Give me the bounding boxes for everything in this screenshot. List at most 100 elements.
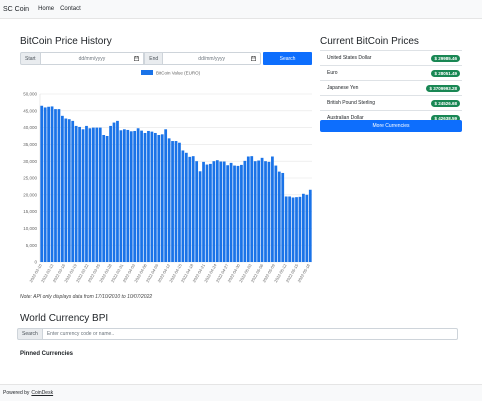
bar (191, 156, 195, 262)
bar (291, 197, 295, 262)
bar (184, 152, 188, 262)
bar (88, 128, 92, 262)
bar (112, 122, 116, 262)
currency-search-input[interactable]: Enter currency code or name.. (42, 328, 458, 340)
brand[interactable]: SC Coin (3, 6, 29, 13)
bar (229, 162, 233, 262)
bar (171, 141, 174, 262)
bar (129, 131, 133, 262)
end-date-input[interactable]: dd/mm/yyyy (163, 52, 262, 65)
bar (95, 127, 99, 262)
bar (222, 161, 226, 262)
bar (40, 105, 44, 262)
bar (98, 127, 102, 262)
end-label: End (144, 52, 164, 65)
nav-link-contact[interactable]: Contact (60, 6, 81, 12)
currency-search-placeholder: Enter currency code or name.. (46, 331, 115, 337)
bar (243, 160, 247, 262)
bar (85, 125, 88, 262)
bar (181, 150, 185, 262)
bar (109, 125, 112, 262)
bar (47, 106, 50, 262)
bitcoin-history-chart: BitCoin Value (EURO)05,00010,00015,00020… (23, 70, 312, 283)
bar (271, 156, 274, 262)
bar (264, 161, 267, 262)
bar (305, 194, 309, 262)
bar (50, 106, 54, 262)
bar (61, 115, 64, 262)
bar (102, 134, 106, 262)
bar (143, 132, 147, 262)
currency-search-label: Search (17, 328, 43, 340)
bar (226, 165, 230, 262)
search-button[interactable]: Search (263, 52, 312, 65)
bar (219, 161, 223, 262)
bar (54, 109, 57, 262)
y-tick-label: 15,000 (23, 209, 37, 214)
prices-title: Current BitCoin Prices (320, 36, 419, 47)
bar (209, 163, 212, 262)
legend-swatch (141, 70, 153, 75)
bar (67, 119, 71, 262)
bar (253, 161, 257, 262)
currency-search-form: Search Enter currency code or name.. (17, 328, 458, 340)
y-tick-label: 10,000 (23, 226, 37, 231)
y-tick-label: 50,000 (23, 92, 37, 97)
bar (257, 160, 261, 262)
bar (240, 164, 243, 262)
bar (246, 156, 250, 262)
bar (284, 196, 288, 262)
currency-name: British Pound Sterling (327, 100, 376, 106)
bar (153, 132, 157, 262)
price-badge: $ 24526.68 (431, 99, 460, 107)
bar (122, 129, 126, 262)
bar (64, 118, 68, 262)
start-date-placeholder: dd/mm/yyyy (78, 55, 106, 62)
footer: Powered by CoinDesk (0, 384, 482, 401)
bar (160, 134, 164, 262)
bar (133, 130, 137, 262)
bar (298, 196, 302, 262)
bar (136, 128, 140, 262)
bar (119, 130, 123, 262)
end-date-placeholder: dd/mm/yyyy (198, 55, 225, 62)
bar (250, 156, 254, 262)
bar (74, 125, 78, 262)
bar (281, 172, 285, 262)
bar (150, 131, 154, 262)
calendar-icon[interactable] (251, 56, 257, 61)
footer-text: Powered by (3, 390, 30, 396)
bar (215, 160, 219, 262)
bar (267, 161, 271, 262)
api-note: Note: API only displays data from 17/10/… (20, 294, 153, 300)
price-row: United States Dollar $ 29985.46 (320, 51, 462, 66)
price-row: British Pound Sterling $ 24526.68 (320, 96, 462, 111)
bar (71, 120, 75, 262)
bar (116, 120, 119, 262)
bar (274, 165, 278, 262)
y-tick-label: 5,000 (26, 243, 38, 248)
start-label: Start (20, 52, 41, 65)
bar (277, 171, 281, 262)
date-range-form: Start dd/mm/yyyy End dd/mm/yyyy Search (20, 52, 312, 65)
currency-name: Japanese Yen (327, 85, 359, 91)
y-tick-label: 30,000 (23, 159, 37, 164)
y-tick-label: 45,000 (23, 108, 37, 113)
y-tick-label: 40,000 (23, 125, 37, 130)
history-title: BitCoin Price History (20, 36, 112, 47)
bar (164, 129, 168, 262)
nav-link-home[interactable]: Home (38, 6, 54, 12)
bar (188, 156, 192, 262)
y-tick-label: 35,000 (23, 142, 37, 147)
bar (308, 189, 312, 262)
footer-link-coindesk[interactable]: CoinDesk (31, 390, 53, 396)
bar (105, 136, 109, 262)
price-row: Euro $ 28051.49 (320, 66, 462, 81)
y-tick-label: 25,000 (23, 176, 37, 181)
start-date-input[interactable]: dd/mm/yyyy (40, 52, 145, 65)
calendar-icon[interactable] (134, 56, 140, 61)
bar (195, 161, 199, 262)
price-badge: $ 3709993.28 (426, 84, 460, 92)
more-currencies-button[interactable]: More Currencies (320, 120, 462, 132)
bar (198, 171, 202, 262)
